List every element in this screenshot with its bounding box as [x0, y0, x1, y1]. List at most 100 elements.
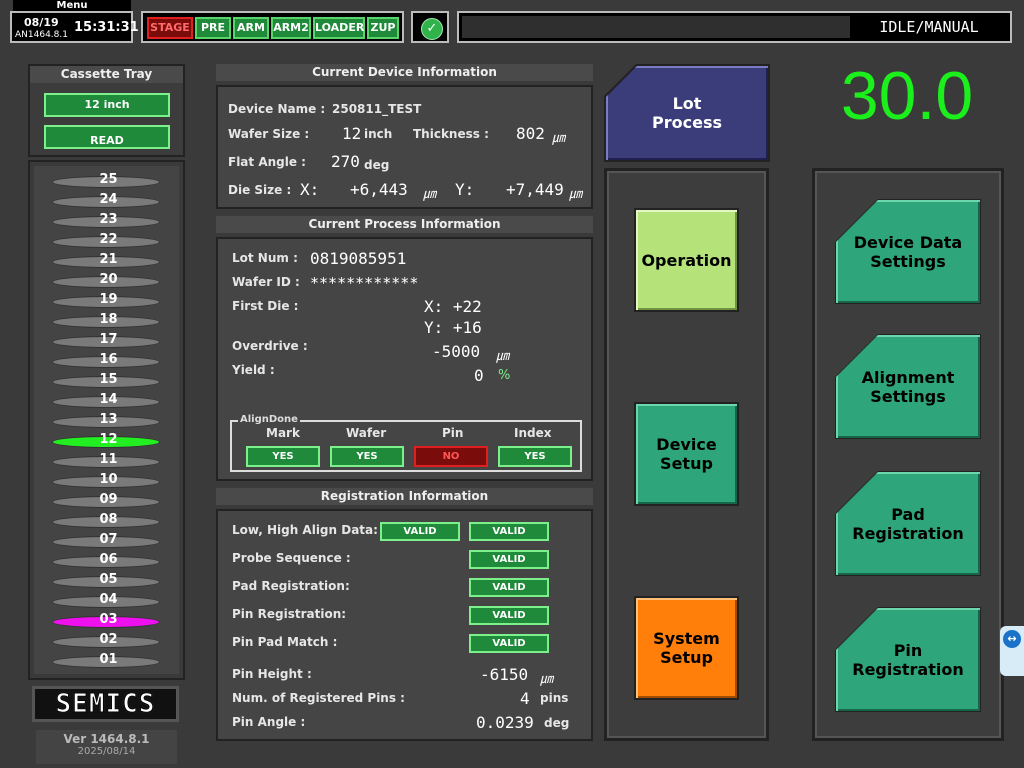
pin-pad-status[interactable]: VALID [469, 634, 549, 653]
wafer-size-label: Wafer Size : [228, 127, 310, 141]
thickness-value: 802 [516, 124, 545, 143]
remote-arrows-icon: ↔ [1003, 630, 1021, 648]
pin-reg-status[interactable]: VALID [469, 606, 549, 625]
lot-num-label: Lot Num : [232, 251, 298, 265]
system-setup-button[interactable]: System Setup [634, 596, 739, 700]
pin-height-unit: ㎛ [540, 672, 554, 687]
die-size-label: Die Size : [228, 183, 292, 197]
version-text: Ver 1464.8.1 [63, 732, 150, 746]
status-arm2[interactable]: ARM2 [271, 17, 311, 39]
wafer-size-value: 12 [342, 124, 362, 143]
wafer-size-unit: inch [364, 127, 393, 141]
status-zup[interactable]: ZUP [367, 17, 399, 39]
cassette-slot-number: 01 [99, 652, 118, 667]
cassette-slot-number: 23 [99, 212, 118, 227]
probe-seq-label: Probe Sequence : [232, 551, 351, 565]
big-value-display: 30.0 [840, 58, 974, 134]
cassette-slot-number: 25 [99, 172, 118, 187]
pin-angle-unit: deg [544, 716, 570, 730]
status-loader[interactable]: LOADER [313, 17, 365, 39]
yield-label: Yield : [232, 363, 275, 377]
cassette-slot-number: 09 [99, 492, 118, 507]
cassette-slot-number: 03 [99, 612, 118, 627]
cassette-title: Cassette Tray [30, 66, 183, 83]
cassette-slot-number: 12 [99, 432, 118, 447]
wafer-id-value: ************ [310, 274, 419, 292]
cassette-slot-number: 22 [99, 232, 118, 247]
cassette-slots: 25 24 23 22 21 20 19 18 17 16 15 14 13 12 11 10 09 08 07 06… [28, 160, 185, 680]
cassette-slot-number: 14 [99, 392, 118, 407]
cassette-slot-number: 13 [99, 412, 118, 427]
pad-reg-label: Pad Registration: [232, 579, 350, 593]
pin-height-value: -6150 [480, 665, 529, 684]
pin-angle-value: 0.0239 [476, 713, 534, 732]
registration-info-panel: Low, High Align Data: VALID VALID Probe … [216, 509, 593, 741]
lot-process-button[interactable]: Lot Process [606, 66, 768, 160]
read-button[interactable]: READ [44, 125, 170, 149]
num-pins-value: 4 [520, 689, 530, 708]
cassette-slot-number: 19 [99, 292, 118, 307]
registration-info-header: Registration Information [216, 488, 593, 506]
lot-num-value: 0819085951 [310, 249, 407, 268]
pin-angle-label: Pin Angle : [232, 715, 306, 729]
die-y-unit: ㎛ [569, 187, 583, 202]
high-align-status[interactable]: VALID [469, 522, 549, 541]
device-name-label: Device Name : [228, 102, 326, 116]
flat-angle-label: Flat Angle : [228, 155, 306, 169]
ok-indicator[interactable]: ✓ [411, 11, 449, 43]
device-info-panel: Device Name : 250811_TEST Wafer Size : 1… [216, 85, 593, 209]
align-pin-status[interactable]: NO [414, 446, 488, 467]
thickness-label: Thickness : [413, 127, 489, 141]
mode-status: IDLE/MANUAL [879, 18, 979, 36]
align-mark-status[interactable]: YES [246, 446, 320, 467]
cassette-slot-number: 21 [99, 252, 118, 267]
pad-reg-status[interactable]: VALID [469, 578, 549, 597]
cassette-slot-number: 10 [99, 472, 118, 487]
align-index-status[interactable]: YES [498, 446, 572, 467]
pin-pad-label: Pin Pad Match : [232, 635, 338, 649]
status-stage[interactable]: STAGE [147, 17, 193, 39]
low-align-status[interactable]: VALID [380, 522, 460, 541]
align-wafer-status[interactable]: YES [330, 446, 404, 467]
process-info-header: Current Process Information [216, 216, 593, 234]
time-text: 15:31:31 [74, 20, 139, 35]
cassette-slot-number: 11 [99, 452, 118, 467]
message-bar: IDLE/MANUAL [457, 11, 1012, 43]
operation-button[interactable]: Operation [634, 208, 739, 312]
cassette-slot-number: 07 [99, 532, 118, 547]
yield-unit: % [498, 368, 511, 383]
align-index-label: Index [514, 426, 552, 440]
die-y-label: Y: [455, 180, 475, 199]
cassette-slot-number: 20 [99, 272, 118, 287]
device-info-header: Current Device Information [216, 64, 593, 82]
process-info-panel: Lot Num : 0819085951 Wafer ID : ********… [216, 237, 593, 481]
status-pre[interactable]: PRE [195, 17, 231, 39]
cassette-slot-number: 18 [99, 312, 118, 327]
cassette-slot-number: 17 [99, 332, 118, 347]
cassette-slot-number: 06 [99, 552, 118, 567]
align-wafer-label: Wafer [346, 426, 387, 440]
device-setup-button[interactable]: Device Setup [634, 402, 739, 506]
align-done-title: AlignDone [238, 414, 300, 425]
semics-logo: SEMICS [32, 686, 179, 722]
pin-reg-label: Pin Registration: [232, 607, 347, 621]
cassette-slot-number: 24 [99, 192, 118, 207]
first-die-label: First Die : [232, 299, 299, 313]
probe-seq-status[interactable]: VALID [469, 550, 549, 569]
overdrive-label: Overdrive : [232, 339, 308, 353]
status-arm[interactable]: ARM [233, 17, 269, 39]
version-code: AN1464.8.1 [15, 30, 68, 40]
wafer-size-button[interactable]: 12 inch [44, 93, 170, 117]
version-date: 2025/08/14 [77, 746, 136, 757]
check-circle-icon: ✓ [421, 18, 443, 40]
first-die-x: X: +22 [424, 297, 482, 316]
remote-control-tab[interactable]: ↔ [1000, 626, 1024, 676]
cassette-slot-number: 05 [99, 572, 118, 587]
pin-height-label: Pin Height : [232, 667, 312, 681]
overdrive-value: -5000 [432, 342, 481, 361]
cassette-slot-number: 15 [99, 372, 118, 387]
flat-angle-unit: deg [364, 158, 390, 172]
cassette-slot-number: 04 [99, 592, 118, 607]
die-y-value: +7,449 [506, 180, 564, 199]
num-pins-unit: pins [540, 691, 569, 705]
